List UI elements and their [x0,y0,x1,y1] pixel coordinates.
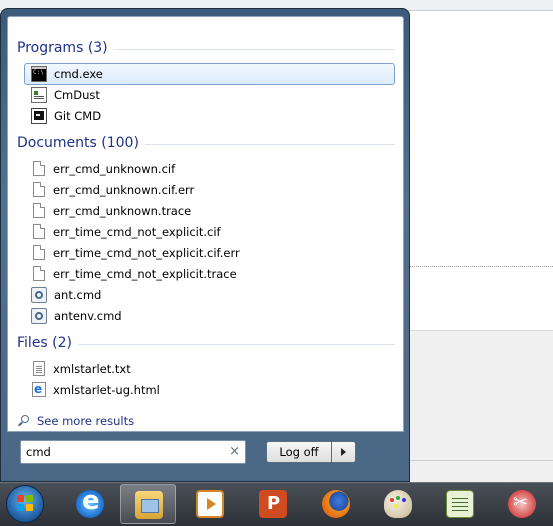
text-file-icon [33,361,45,376]
see-more-label: See more results [37,414,135,428]
result-item-label: Git CMD [54,108,102,123]
search-box[interactable]: × [20,440,246,464]
document-icon [33,245,45,260]
group-divider [78,343,395,345]
notepad-plus-icon [446,490,474,518]
result-item-label: cmd.exe [54,67,103,81]
git-cmd-icon [31,107,47,124]
taskbar-button-internet-explorer[interactable] [62,484,118,524]
background-dotted-divider [405,266,553,267]
script-gear-icon [31,286,47,303]
cmddust-icon [31,86,47,103]
windows-start-orb-icon[interactable] [6,485,44,523]
result-item-cmd-script[interactable]: ant.cmd [25,285,394,304]
group-title: Files (2) [17,335,73,351]
power-options-arrow-button[interactable] [332,441,356,463]
result-item-label: err_cmd_unknown.cif [53,161,176,176]
result-item-label: err_time_cmd_not_explicit.cif.err [53,245,240,260]
firefox-icon [322,490,350,518]
result-item-document[interactable]: err_cmd_unknown.trace [25,201,394,220]
result-item-cmd-script[interactable]: antenv.cmd [25,306,394,325]
result-item-label: antenv.cmd [54,308,122,323]
result-item-cmd-exe[interactable]: cmd.exe [24,63,395,85]
search-results-panel: Programs (3) cmd.exe CmDust Git CMD Docu… [7,16,404,432]
result-item-label: err_time_cmd_not_explicit.cif [53,224,221,239]
result-item-file[interactable]: xmlstarlet-ug.html [25,380,394,399]
html-file-icon [32,382,46,397]
group-header-programs: Programs (3) [17,38,395,58]
clear-search-icon[interactable]: × [229,444,240,460]
document-icon [33,182,45,197]
result-item-label: err_cmd_unknown.cif.err [53,182,195,197]
result-item-label: CmDust [54,87,100,102]
result-item-label: xmlstarlet-ug.html [53,382,160,397]
taskbar-button-snipping-tool[interactable] [494,484,550,524]
taskbar-button-powerpoint[interactable] [245,484,301,524]
group-title: Programs (3) [17,40,108,56]
start-menu: Programs (3) cmd.exe CmDust Git CMD Docu… [0,8,410,482]
document-icon [33,203,45,218]
result-item-document[interactable]: err_cmd_unknown.cif.err [25,180,394,199]
powerpoint-icon [259,490,287,518]
result-item-document[interactable]: err_time_cmd_not_explicit.cif.err [25,243,394,262]
result-item-cmddust[interactable]: CmDust [25,85,394,104]
document-icon [33,266,45,281]
group-header-files: Files (2) [17,333,395,353]
group-divider [144,143,395,145]
snipping-tool-icon [508,490,536,518]
result-item-label: err_time_cmd_not_explicit.trace [53,266,237,281]
media-player-icon [196,490,224,518]
background-window-divider [405,460,553,461]
result-item-document[interactable]: err_time_cmd_not_explicit.trace [25,264,394,283]
group-header-documents: Documents (100) [17,133,395,153]
document-icon [33,161,45,176]
result-item-document[interactable]: err_cmd_unknown.cif [25,159,394,178]
result-item-file[interactable]: xmlstarlet.txt [25,359,394,378]
result-item-label: ant.cmd [54,287,102,302]
log-off-button[interactable]: Log off [266,441,332,463]
result-item-label: xmlstarlet.txt [53,361,131,376]
cmd-icon [31,66,47,82]
paint-icon [384,490,412,518]
taskbar-button-media-player[interactable] [182,484,238,524]
document-icon [33,224,45,239]
group-title: Documents (100) [17,135,139,151]
result-item-label: err_cmd_unknown.trace [53,203,192,218]
script-gear-icon [31,307,47,324]
windows-explorer-icon [135,491,163,519]
see-more-results-link[interactable]: See more results [18,414,134,428]
result-item-git-cmd[interactable]: Git CMD [25,106,394,125]
group-divider [113,48,395,50]
internet-explorer-icon [76,486,104,518]
taskbar-button-notepad-plus[interactable] [432,484,488,524]
result-item-document[interactable]: err_time_cmd_not_explicit.cif [25,222,394,241]
taskbar-button-firefox[interactable] [308,484,364,524]
search-input[interactable] [26,444,216,460]
taskbar-button-paint[interactable] [370,484,426,524]
taskbar-button-windows-explorer[interactable] [120,484,176,524]
magnifier-icon [18,414,31,428]
